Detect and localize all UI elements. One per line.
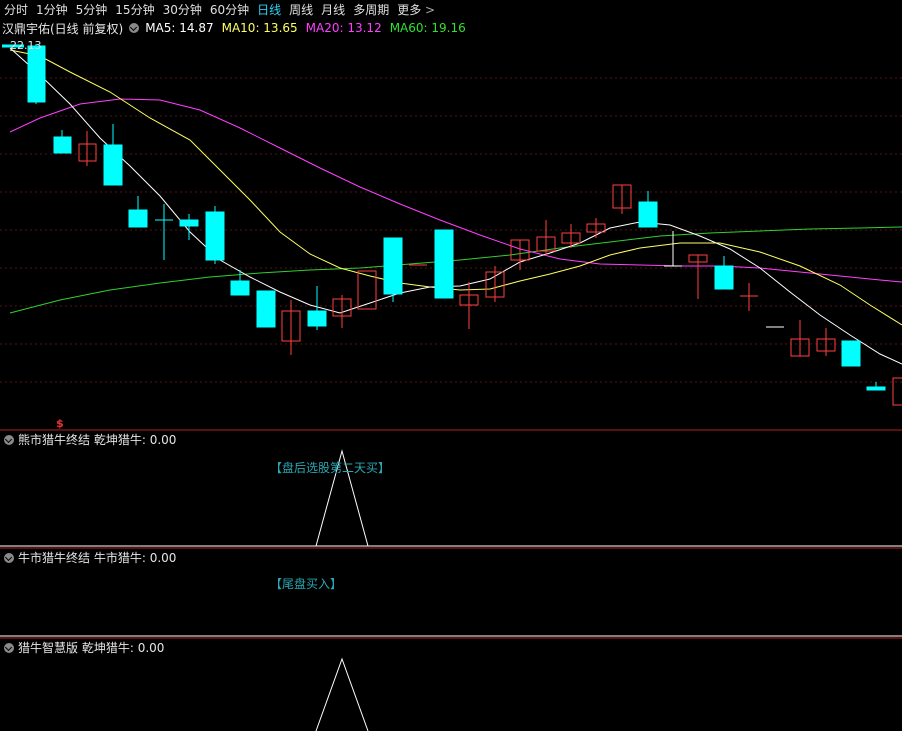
- panel-2-header: 牛市猎牛终结 牛市猎牛: 0.00: [4, 549, 176, 566]
- event-marker-icon[interactable]: $: [56, 417, 64, 430]
- panel-3-title: 猎牛智慧版: [18, 641, 79, 655]
- panel-2-signal: 【尾盘买入】: [270, 577, 343, 591]
- ma60-line: [9, 226, 902, 314]
- chart-canvas[interactable]: [0, 0, 902, 731]
- panel-1-title: 熊市猎牛终结: [18, 433, 91, 447]
- candle: [256, 290, 276, 328]
- panel-dropdown-icon[interactable]: [4, 552, 14, 563]
- candle: [434, 229, 454, 299]
- panel-2-title: 牛市猎牛终结: [18, 551, 91, 565]
- panel-1-header: 熊市猎牛终结 乾坤猎牛: 0.00: [4, 431, 176, 448]
- panel-2-subtitle: 牛市猎牛: 0.00: [93, 551, 177, 565]
- panel-3-subtitle: 乾坤猎牛: 0.00: [81, 641, 165, 655]
- panel-dropdown-icon[interactable]: [4, 642, 14, 653]
- ma10-line: [9, 49, 902, 326]
- panel-1-subtitle: 乾坤猎牛: 0.00: [93, 433, 177, 447]
- panel-dropdown-icon[interactable]: [4, 434, 14, 445]
- high-price-label: 22.13: [10, 39, 42, 52]
- ma5-line: [9, 47, 902, 365]
- indicator-peak-3: [315, 657, 369, 731]
- panel-3-header: 猎牛智慧版 乾坤猎牛: 0.00: [4, 639, 164, 656]
- candle: [841, 340, 861, 367]
- panel-1-signal: 【盘后选股第二天买】: [270, 461, 391, 475]
